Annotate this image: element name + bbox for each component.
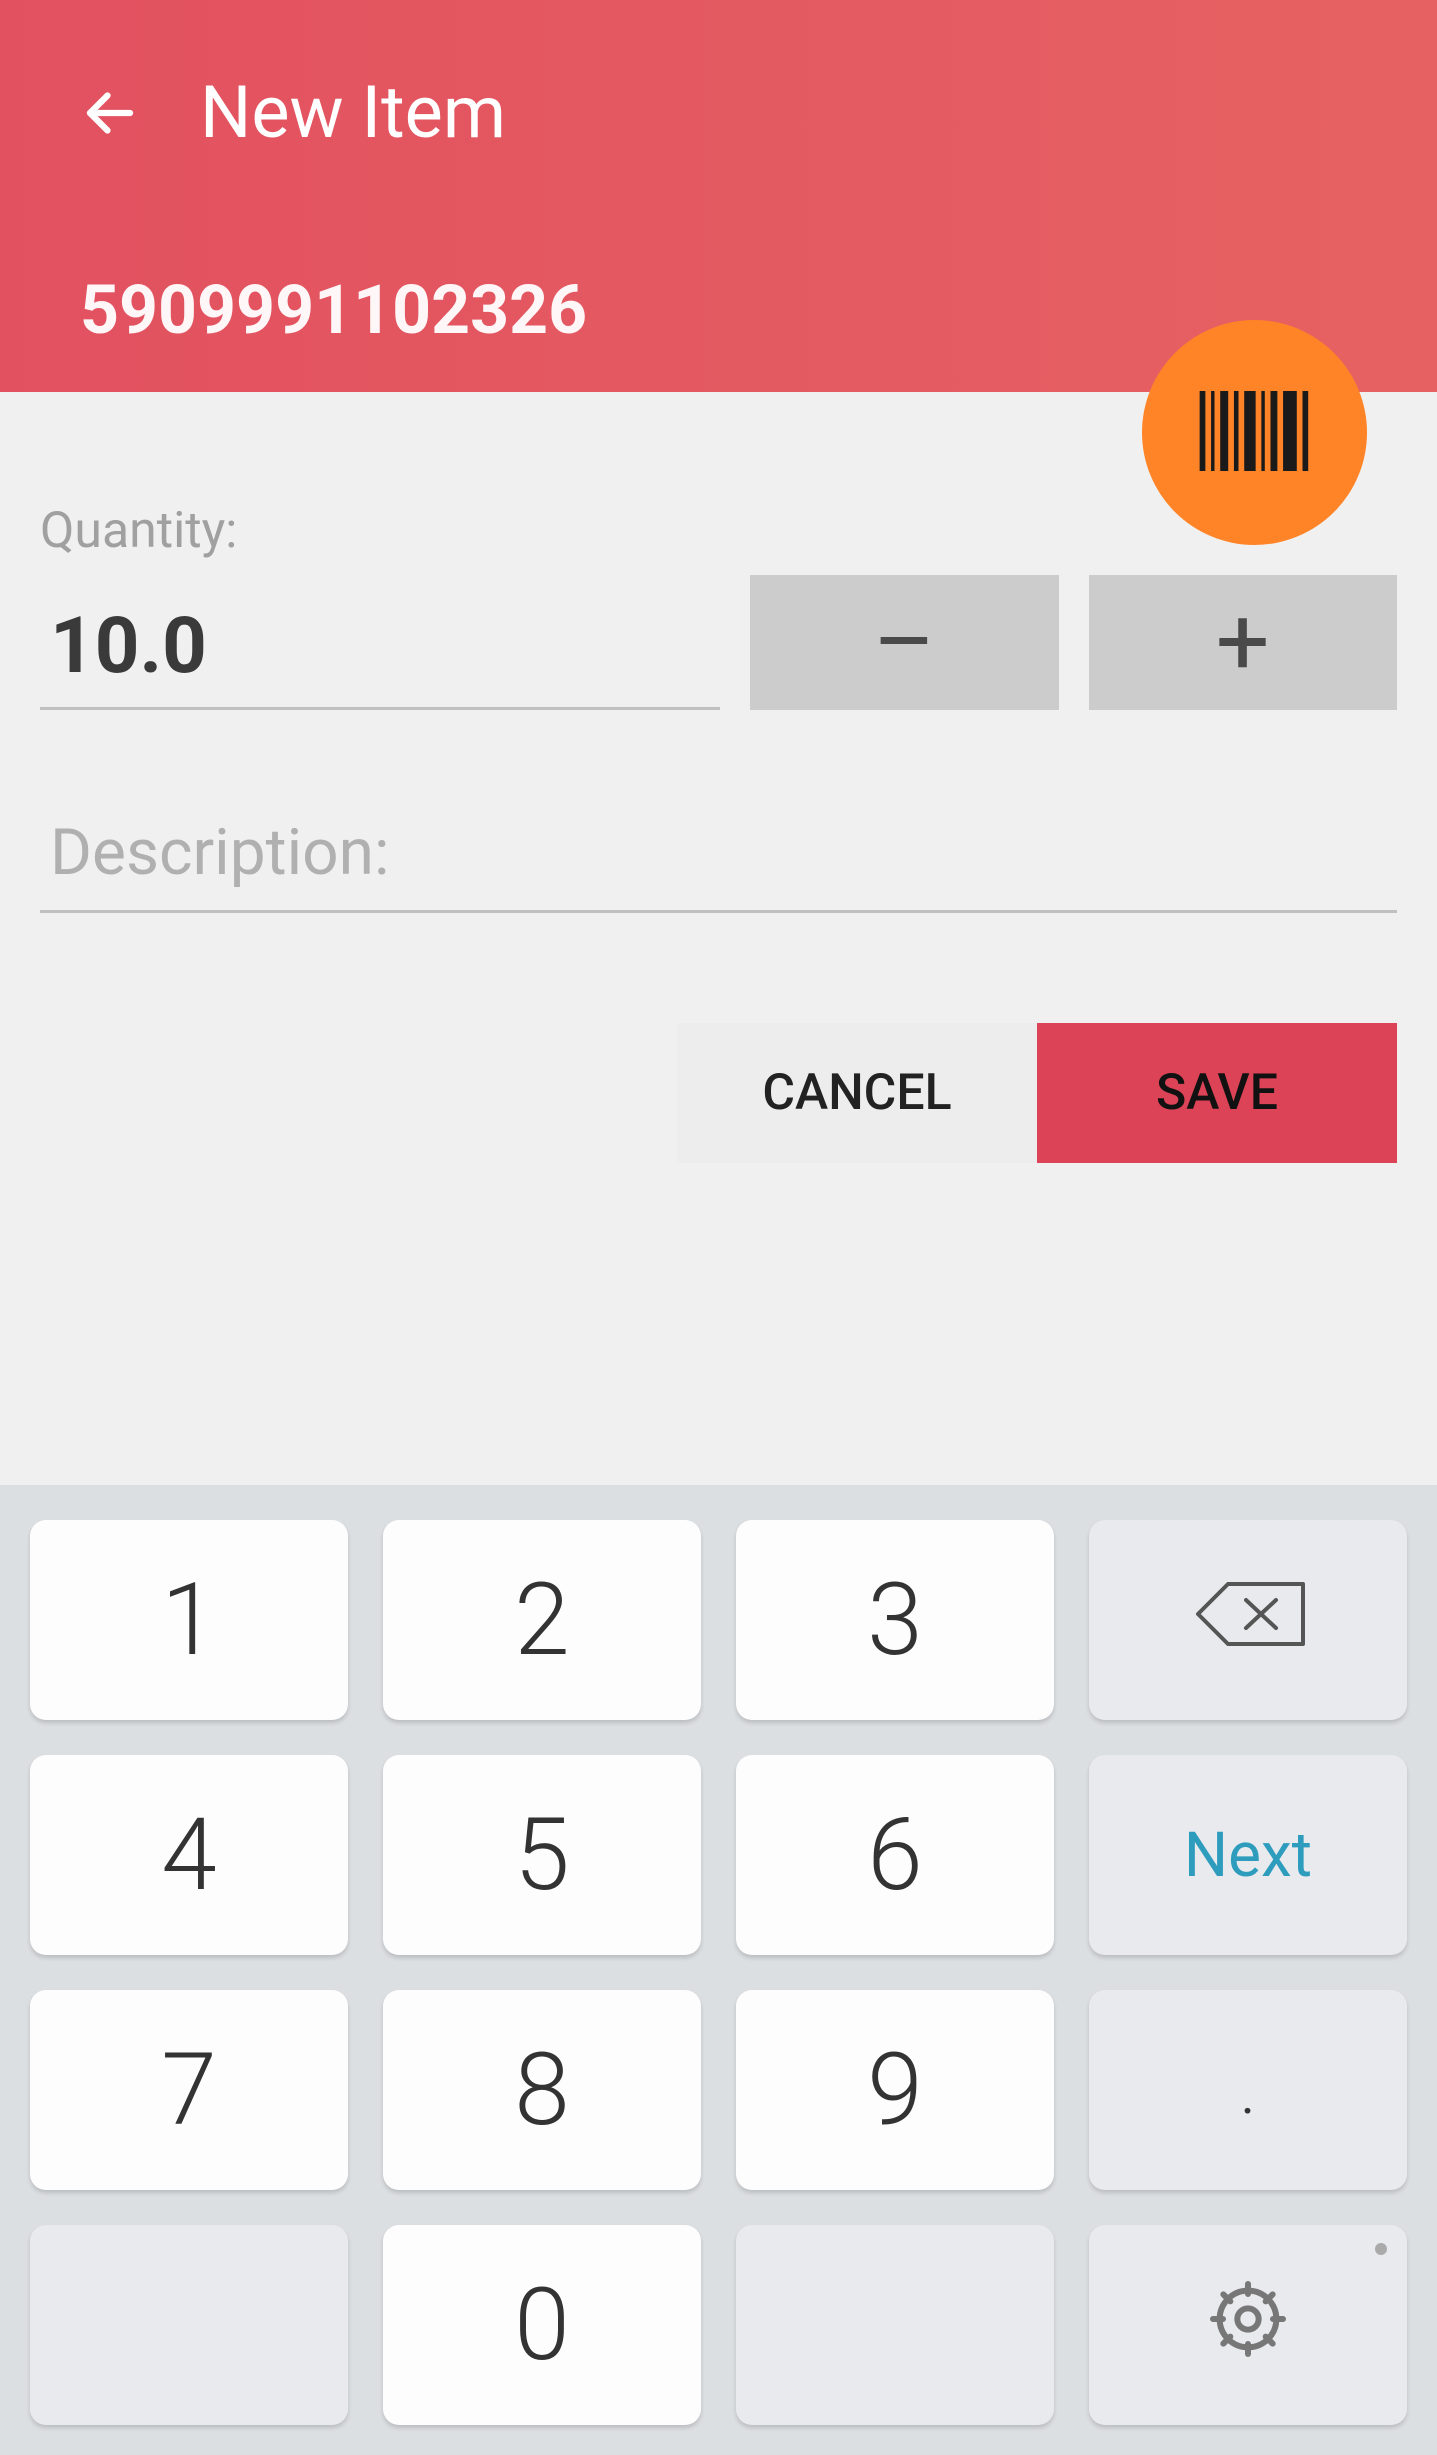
back-arrow-icon[interactable] <box>80 83 140 143</box>
barcode-icon <box>1197 391 1312 475</box>
key-backspace[interactable] <box>1089 1520 1407 1720</box>
key-8[interactable]: 8 <box>383 1990 701 2190</box>
quantity-row: – + <box>40 575 1397 710</box>
key-empty-left[interactable] <box>30 2225 348 2425</box>
gear-icon <box>1208 2267 1288 2384</box>
keyboard-row-3: 7 8 9 . <box>30 1990 1407 2190</box>
key-2[interactable]: 2 <box>383 1520 701 1720</box>
key-4[interactable]: 4 <box>30 1755 348 1955</box>
keyboard-row-1: 1 2 3 <box>30 1520 1407 1720</box>
barcode-number: 5909991102326 <box>80 270 1357 350</box>
quantity-input[interactable] <box>40 586 720 710</box>
key-3[interactable]: 3 <box>736 1520 1054 1720</box>
key-9[interactable]: 9 <box>736 1990 1054 2190</box>
plus-icon: + <box>1216 587 1270 698</box>
keyboard-row-2: 4 5 6 Next <box>30 1755 1407 1955</box>
key-settings[interactable] <box>1089 2225 1407 2425</box>
numeric-keyboard: 1 2 3 4 5 6 Next 7 8 9 . 0 <box>0 1485 1437 2455</box>
key-1[interactable]: 1 <box>30 1520 348 1720</box>
page-title: New Item <box>200 70 506 155</box>
voice-indicator-icon <box>1375 2243 1387 2255</box>
cancel-button[interactable]: CANCEL <box>677 1023 1037 1163</box>
backspace-icon <box>1188 1562 1308 1679</box>
key-empty-right[interactable] <box>736 2225 1054 2425</box>
save-button[interactable]: SAVE <box>1037 1023 1397 1163</box>
key-5[interactable]: 5 <box>383 1755 701 1955</box>
quantity-increment-button[interactable]: + <box>1089 575 1398 710</box>
quantity-decrement-button[interactable]: – <box>750 575 1059 710</box>
key-0[interactable]: 0 <box>383 2225 701 2425</box>
key-7[interactable]: 7 <box>30 1990 348 2190</box>
key-dot[interactable]: . <box>1089 1990 1407 2190</box>
key-next[interactable]: Next <box>1089 1755 1407 1955</box>
keyboard-row-4: 0 <box>30 2225 1407 2425</box>
minus-icon: – <box>873 587 935 698</box>
action-row: CANCEL SAVE <box>40 1023 1397 1163</box>
description-input[interactable] <box>40 795 1397 913</box>
key-6[interactable]: 6 <box>736 1755 1054 1955</box>
title-row: New Item <box>80 70 1357 155</box>
barcode-scan-button[interactable] <box>1142 320 1367 545</box>
